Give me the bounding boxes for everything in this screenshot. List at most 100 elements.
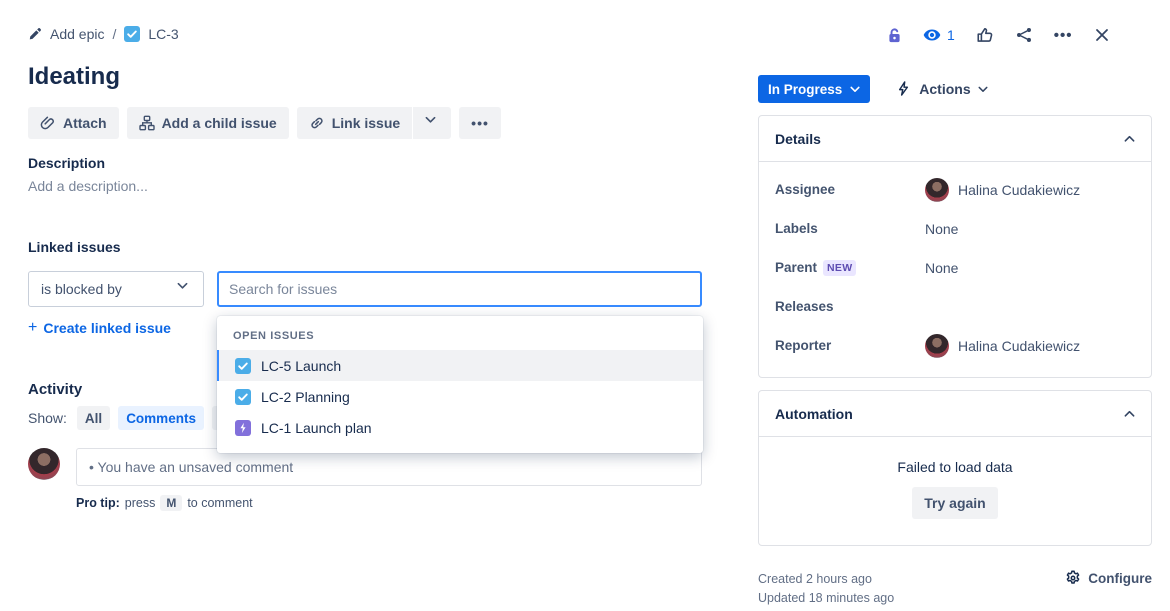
pencil-icon bbox=[28, 27, 42, 41]
field-parent: Parent NEW None bbox=[775, 248, 1135, 287]
add-child-issue-button[interactable]: Add a child issue bbox=[127, 107, 289, 139]
link-icon bbox=[309, 115, 325, 131]
issue-view: Add epic / LC-3 Ideating Attach Add a ch… bbox=[0, 0, 1170, 611]
close-button[interactable] bbox=[1094, 27, 1110, 43]
automation-panel-body: Failed to load data Try again bbox=[759, 437, 1151, 545]
protip-pre: press bbox=[125, 496, 156, 510]
task-type-icon bbox=[235, 358, 251, 374]
breadcrumb: Add epic / LC-3 bbox=[28, 22, 702, 46]
parent-label-text: Parent bbox=[775, 260, 817, 275]
field-releases: Releases bbox=[775, 287, 1135, 326]
filter-all[interactable]: All bbox=[77, 406, 110, 430]
status-row: In Progress Actions bbox=[758, 75, 1152, 103]
dropdown-group-label: OPEN ISSUES bbox=[217, 326, 703, 350]
thumbs-up-icon bbox=[976, 26, 994, 44]
meta-dates: Created 2 hours ago Updated 18 minutes a… bbox=[758, 570, 894, 608]
create-linked-issue-link[interactable]: + Create linked issue bbox=[28, 319, 171, 337]
breadcrumb-add-epic[interactable]: Add epic bbox=[50, 26, 104, 42]
labels-value[interactable]: None bbox=[925, 221, 1135, 237]
current-user-avatar bbox=[28, 448, 60, 480]
task-type-icon bbox=[124, 26, 140, 42]
create-linked-issue-label: Create linked issue bbox=[43, 320, 171, 336]
new-badge: NEW bbox=[823, 260, 856, 276]
configure-button[interactable]: Configure bbox=[1065, 570, 1152, 586]
link-issue-split-button: Link issue bbox=[297, 107, 451, 139]
link-issue-button[interactable]: Link issue bbox=[297, 107, 412, 139]
eye-icon bbox=[923, 26, 941, 44]
actions-dropdown-button[interactable]: Actions bbox=[896, 81, 987, 97]
protip-bold: Pro tip: bbox=[76, 496, 120, 510]
paperclip-icon bbox=[40, 115, 56, 131]
parent-label: Parent NEW bbox=[775, 260, 925, 276]
issue-toolbar: Attach Add a child issue Link issue bbox=[28, 107, 702, 139]
reporter-value[interactable]: Halina Cudakiewicz bbox=[925, 334, 1135, 358]
assignee-avatar bbox=[925, 178, 949, 202]
automation-title: Automation bbox=[775, 406, 853, 422]
details-panel: Details Assignee Halina Cudakiewicz Labe… bbox=[758, 115, 1152, 378]
assignee-value[interactable]: Halina Cudakiewicz bbox=[925, 178, 1135, 202]
share-icon bbox=[1015, 26, 1033, 44]
issue-search-input[interactable] bbox=[217, 271, 702, 307]
issue-meta: Created 2 hours ago Updated 18 minutes a… bbox=[758, 570, 1152, 608]
issue-search-dropdown: OPEN ISSUES LC-5 Launch LC-2 Planning LC… bbox=[217, 316, 703, 453]
reporter-avatar bbox=[925, 334, 949, 358]
field-labels: Labels None bbox=[775, 209, 1135, 248]
breadcrumb-separator: / bbox=[112, 26, 116, 42]
link-type-select[interactable]: is blocked by bbox=[28, 271, 204, 307]
epic-type-icon bbox=[235, 420, 251, 436]
parent-value[interactable]: None bbox=[925, 260, 1135, 276]
description-placeholder[interactable]: Add a description... bbox=[28, 178, 702, 194]
chevron-down-icon bbox=[425, 116, 439, 130]
add-child-issue-label: Add a child issue bbox=[162, 115, 277, 131]
automation-panel: Automation Failed to load data Try again bbox=[758, 390, 1152, 546]
field-assignee: Assignee Halina Cudakiewicz bbox=[775, 170, 1135, 209]
linked-issues-label: Linked issues bbox=[28, 239, 702, 255]
dropdown-item-label: LC-2 Planning bbox=[261, 389, 350, 405]
field-reporter: Reporter Halina Cudakiewicz bbox=[775, 326, 1135, 365]
dropdown-item-lc2[interactable]: LC-2 Planning bbox=[217, 381, 703, 412]
breadcrumb-issue-key[interactable]: LC-3 bbox=[148, 26, 178, 42]
attach-label: Attach bbox=[63, 115, 107, 131]
comment-input[interactable]: • You have an unsaved comment bbox=[76, 448, 702, 486]
share-button[interactable] bbox=[1015, 26, 1033, 44]
description-label: Description bbox=[28, 155, 702, 171]
link-type-value: is blocked by bbox=[41, 281, 122, 297]
protip: Pro tip: press M to comment bbox=[76, 495, 702, 511]
dropdown-item-label: LC-5 Launch bbox=[261, 358, 341, 374]
child-issues-icon bbox=[139, 115, 155, 131]
dropdown-item-label: LC-1 Launch plan bbox=[261, 420, 372, 436]
header-more-button[interactable]: ••• bbox=[1054, 27, 1073, 44]
details-panel-body: Assignee Halina Cudakiewicz Labels None … bbox=[759, 162, 1151, 377]
sidebar: In Progress Actions Details Assignee bbox=[758, 75, 1152, 608]
issue-title[interactable]: Ideating bbox=[28, 62, 702, 92]
unlock-icon bbox=[886, 27, 902, 43]
m-key-badge: M bbox=[160, 495, 182, 511]
link-issue-dropdown-button[interactable] bbox=[413, 107, 451, 139]
actions-label: Actions bbox=[919, 81, 970, 97]
assignee-name: Halina Cudakiewicz bbox=[958, 182, 1080, 198]
gear-icon bbox=[1065, 570, 1081, 586]
like-button[interactable] bbox=[976, 26, 994, 44]
attach-button[interactable]: Attach bbox=[28, 107, 119, 139]
dropdown-item-lc5[interactable]: LC-5 Launch bbox=[217, 350, 703, 381]
details-title: Details bbox=[775, 131, 821, 147]
watchers-count: 1 bbox=[947, 27, 955, 43]
dropdown-item-lc1[interactable]: LC-1 Launch plan bbox=[217, 412, 703, 443]
updated-timestamp: Updated 18 minutes ago bbox=[758, 589, 894, 608]
toolbar-more-button[interactable]: ••• bbox=[459, 107, 501, 139]
try-again-button[interactable]: Try again bbox=[912, 487, 997, 519]
filter-comments[interactable]: Comments bbox=[118, 406, 204, 430]
chevron-down-icon bbox=[978, 86, 988, 93]
labels-label: Labels bbox=[775, 221, 925, 236]
status-label: In Progress bbox=[768, 82, 842, 97]
close-icon bbox=[1094, 27, 1110, 43]
configure-label: Configure bbox=[1088, 571, 1152, 586]
details-panel-header[interactable]: Details bbox=[759, 116, 1151, 162]
automation-panel-header[interactable]: Automation bbox=[759, 391, 1151, 437]
watchers-button[interactable]: 1 bbox=[923, 26, 955, 44]
protip-post: to comment bbox=[187, 496, 252, 510]
plus-icon: + bbox=[28, 319, 37, 337]
show-label: Show: bbox=[28, 410, 67, 426]
unlock-button[interactable] bbox=[886, 27, 902, 43]
status-dropdown-button[interactable]: In Progress bbox=[758, 75, 870, 103]
